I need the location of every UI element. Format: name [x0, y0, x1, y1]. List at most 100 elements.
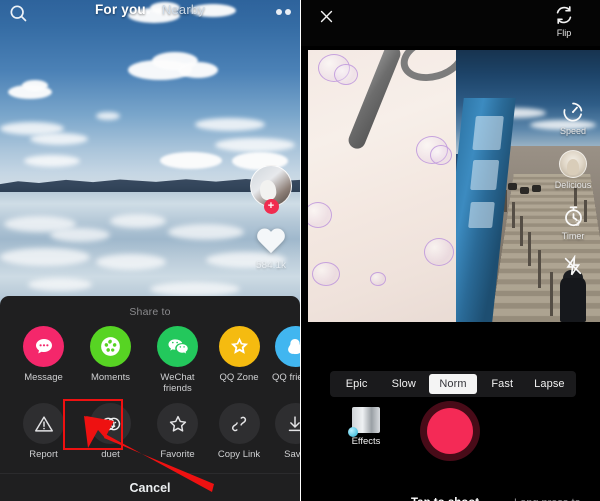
cloud	[178, 62, 218, 78]
feed-side-rail: + 584.1k	[248, 165, 294, 271]
cloud	[96, 112, 120, 120]
cloud	[215, 138, 295, 152]
cloud	[160, 152, 222, 169]
speed-option-epic[interactable]: Epic	[333, 374, 380, 394]
flip-camera-button[interactable]: Flip	[544, 4, 584, 38]
tab-for-you[interactable]: For you	[95, 2, 146, 17]
share-action-label: Favorite	[160, 449, 195, 460]
share-item-qq-zone[interactable]: QQ Zone	[211, 326, 267, 394]
link-chain-icon	[218, 403, 260, 444]
cloud	[30, 133, 88, 145]
beauty-filter-label: Delicious	[554, 180, 592, 190]
cloud-reflection	[96, 254, 166, 270]
camera-tools-rail: Speed Delicious 3 Timer	[550, 100, 596, 291]
share-item-message[interactable]: Message	[10, 326, 77, 394]
two-dots-icon[interactable]	[276, 9, 291, 15]
moments-camera-icon	[90, 326, 131, 367]
share-item-label: WeChat friends	[160, 372, 195, 394]
share-action-label: Report	[29, 449, 58, 460]
bubble	[308, 202, 332, 228]
speed-tool-label: Speed	[559, 126, 587, 136]
share-action-label: Save	[284, 449, 300, 460]
speed-option-norm[interactable]: Norm	[429, 374, 477, 394]
tab-nearby[interactable]: Nearby	[162, 2, 205, 17]
feed-topbar: For you Nearby	[0, 0, 300, 26]
wechat-icon	[157, 326, 198, 367]
stick-object	[346, 50, 403, 152]
long-press-hint: Long press to	[514, 497, 581, 501]
cloud-reflection	[28, 278, 92, 291]
fence-post	[538, 250, 541, 288]
fence-post	[520, 216, 523, 246]
share-targets-row: Message Moments WeChat friends QQ Zone Q…	[0, 326, 300, 394]
duet-circles-icon	[90, 403, 131, 444]
sheet-divider	[0, 473, 300, 474]
share-action-report[interactable]: Report	[10, 403, 77, 460]
share-action-duet[interactable]: duet	[77, 403, 144, 460]
share-item-wechat-friends[interactable]: WeChat friends	[144, 326, 211, 394]
share-sheet: Share to Message Moments WeChat friends …	[0, 296, 300, 501]
bubble	[424, 238, 454, 266]
beauty-filter-button[interactable]: Delicious	[554, 150, 592, 190]
share-item-moments[interactable]: Moments	[77, 326, 144, 394]
bubble	[430, 145, 452, 165]
speed-option-lapse[interactable]: Lapse	[526, 374, 573, 394]
cloud-reflection	[0, 248, 90, 266]
share-action-favorite[interactable]: Favorite	[144, 403, 211, 460]
right-phone-screen: Flip Speed Delicious 3 Timer Epic Slow N…	[300, 0, 600, 501]
close-x-icon[interactable]	[318, 8, 335, 25]
cloud-reflection	[50, 228, 110, 242]
beauty-filter-thumbnail	[558, 150, 587, 178]
record-shutter-button[interactable]	[420, 401, 480, 461]
speed-selector: Epic Slow Norm Fast Lapse	[330, 371, 576, 397]
share-action-save[interactable]: Save	[267, 403, 300, 460]
svg-text:3: 3	[574, 218, 579, 228]
camera-topbar: Flip	[300, 0, 600, 46]
message-bubble-icon	[23, 326, 64, 367]
bubble	[370, 272, 386, 286]
effects-button[interactable]: Effects	[338, 407, 394, 447]
shutter-inner	[427, 408, 473, 454]
timer-tool-label: Timer	[561, 231, 585, 241]
screenshot-root: For you Nearby + 584.1k Share to Message…	[0, 0, 600, 501]
ring-object	[395, 50, 456, 89]
cloud	[195, 118, 265, 131]
warning-triangle-icon	[23, 403, 64, 444]
cloud	[24, 155, 80, 167]
fence-post	[512, 202, 515, 228]
duet-preview-stage[interactable]: Speed Delicious 3 Timer	[300, 46, 600, 363]
flash-off-button[interactable]	[562, 255, 584, 277]
share-action-copy-link[interactable]: Copy Link	[211, 403, 267, 460]
effects-sparkle-icon	[348, 407, 380, 437]
share-item-label: QQ friends	[272, 372, 300, 383]
speed-option-slow[interactable]: Slow	[380, 374, 427, 394]
cloud-reflection	[110, 214, 166, 228]
feed-tabs: For you Nearby	[0, 2, 300, 17]
bubble	[334, 64, 358, 85]
qq-penguin-icon	[274, 326, 300, 367]
flip-camera-label: Flip	[556, 28, 572, 38]
fence-post	[528, 232, 531, 266]
cloud-reflection	[168, 224, 244, 240]
speed-option-fast[interactable]: Fast	[479, 374, 526, 394]
share-item-label: Message	[24, 372, 63, 383]
share-item-qq-friends[interactable]: QQ friends	[267, 326, 300, 394]
timer-tool-button[interactable]: 3 Timer	[561, 204, 586, 241]
share-item-label: Moments	[90, 372, 131, 383]
cancel-button[interactable]: Cancel	[0, 481, 300, 495]
share-actions-row: Report duet Favorite Copy Link Sav	[0, 403, 300, 460]
speed-tool-button[interactable]: Speed	[560, 100, 586, 136]
like-count: 584.1k	[255, 260, 287, 271]
qzone-star-icon	[218, 326, 260, 367]
panel-divider	[300, 0, 301, 501]
download-arrow-icon	[274, 403, 300, 444]
share-sheet-title: Share to	[129, 306, 171, 318]
share-action-label: Copy Link	[217, 449, 261, 460]
heart-icon[interactable]	[256, 229, 286, 257]
effects-label: Effects	[351, 436, 381, 447]
follow-plus-button[interactable]: +	[263, 199, 279, 214]
cloud	[22, 80, 48, 91]
share-action-label: duet	[101, 449, 120, 460]
star-outline-icon	[157, 403, 198, 444]
tap-to-shoot-hint: Tap to shoot	[411, 497, 479, 501]
